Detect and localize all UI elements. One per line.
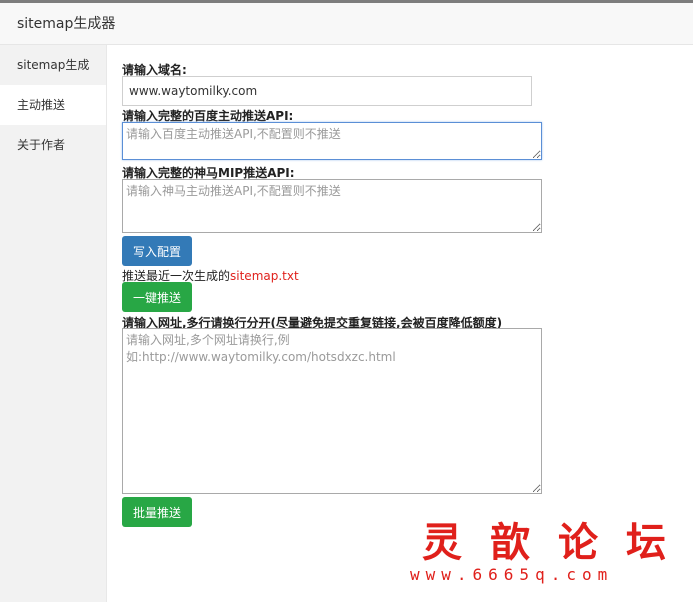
sidebar-item-sitemap[interactable]: sitemap生成 [0,45,106,85]
watermark-url: www.6665q.com [410,565,614,584]
shenma-api-textarea[interactable] [122,179,542,233]
sidebar-item-active-push[interactable]: 主动推送 [0,85,106,125]
sidebar-item-about[interactable]: 关于作者 [0,125,106,165]
domain-input[interactable]: www.waytomilky.com [122,76,532,106]
urls-textarea[interactable] [122,328,542,494]
sitemap-link[interactable]: sitemap.txt [230,269,299,283]
batch-push-button[interactable]: 批量推送 [122,497,192,527]
window-titlebar: sitemap生成器 [0,3,693,45]
push-note-text: 推送最近一次生成的 [122,269,231,283]
sidebar: sitemap生成 主动推送 关于作者 [0,45,107,602]
one-click-push-button[interactable]: 一键推送 [122,282,192,312]
forum-watermark: 灵歆论坛 www.6665q.com [410,510,690,600]
window-title: sitemap生成器 [17,16,116,32]
write-config-button[interactable]: 写入配置 [122,236,192,266]
watermark-title: 灵歆论坛 [422,519,693,566]
baidu-api-textarea[interactable] [122,122,542,160]
